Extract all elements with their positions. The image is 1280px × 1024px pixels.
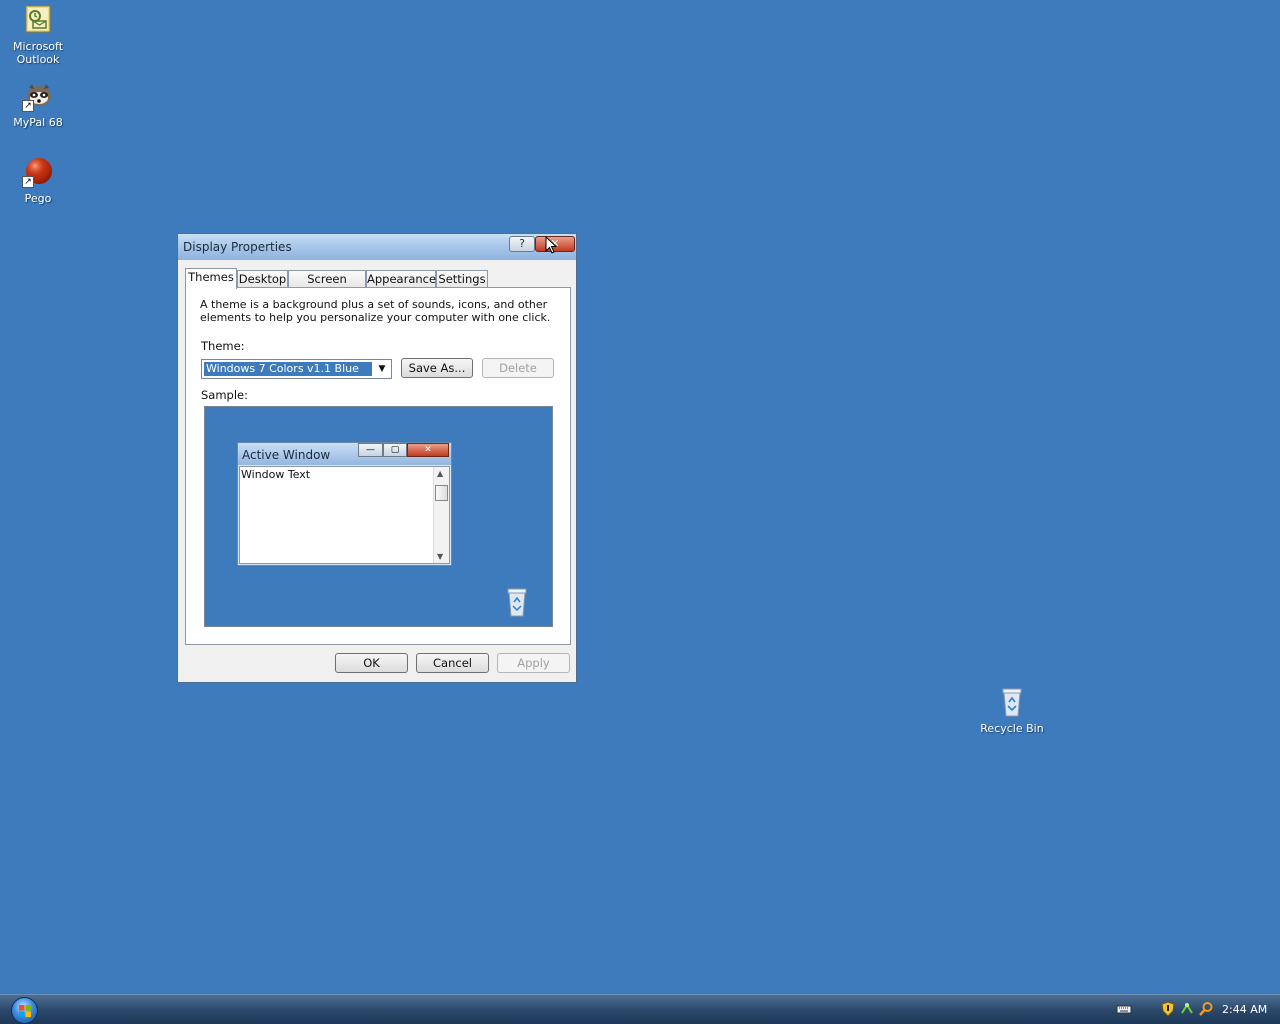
outlook-icon [22, 4, 54, 36]
keyboard-icon[interactable] [1116, 1001, 1132, 1017]
theme-select[interactable]: Windows 7 Colors v1.1 Blue ▼ [201, 359, 392, 379]
shortcut-arrow-icon: ↗ [22, 100, 34, 112]
themes-panel: A theme is a background plus a set of so… [185, 287, 571, 645]
themes-description: A theme is a background plus a set of so… [200, 298, 551, 324]
desktop-icon-outlook[interactable]: Microsoft Outlook [0, 4, 76, 66]
chevron-down-icon[interactable]: ▼ [375, 361, 389, 377]
pego-ball-icon: ↗ [22, 156, 54, 188]
maximize-icon: ▢ [383, 443, 407, 457]
sample-window-title: Active Window [242, 448, 331, 462]
tab-themes[interactable]: Themes [185, 268, 237, 289]
ok-button[interactable]: OK [335, 653, 408, 673]
mypal-raccoon-icon: ↗ [22, 80, 54, 112]
sample-active-window: Active Window — ▢ ✕ Window Text ▲ ▼ [237, 442, 452, 566]
apply-button[interactable]: Apply [497, 653, 570, 673]
desktop-icon-recycle-bin[interactable]: Recycle Bin [974, 686, 1050, 735]
sample-scrollbar: ▲ ▼ [433, 467, 449, 563]
dialog-titlebar[interactable]: Display Properties ? ✕ [178, 234, 576, 260]
windows-logo-icon [19, 1005, 31, 1017]
sample-label: Sample: [201, 388, 248, 402]
tab-desktop[interactable]: Desktop [237, 270, 288, 288]
theme-sample-preview: Active Window — ▢ ✕ Window Text ▲ ▼ [204, 406, 553, 627]
search-icon[interactable] [1198, 1001, 1214, 1017]
theme-select-value: Windows 7 Colors v1.1 Blue [203, 361, 373, 377]
cancel-button[interactable]: Cancel [416, 653, 489, 673]
shortcut-arrow-icon: ↗ [22, 176, 34, 188]
save-as-button[interactable]: Save As... [401, 358, 473, 378]
minimize-icon: — [358, 443, 383, 457]
taskbar: 2:44 AM [0, 994, 1280, 1024]
desktop-icon-mypal[interactable]: ↗ MyPal 68 [0, 80, 76, 129]
scroll-down-icon: ▼ [437, 552, 444, 561]
sample-window-text: Window Text [241, 468, 311, 481]
tab-appearance[interactable]: Appearance [366, 270, 436, 288]
tab-settings[interactable]: Settings [436, 270, 488, 288]
help-button[interactable]: ? [509, 236, 535, 252]
mouse-cursor-icon [545, 235, 558, 254]
recycle-bin-icon [505, 586, 529, 618]
start-button[interactable] [11, 997, 38, 1024]
theme-label: Theme: [201, 339, 245, 353]
desktop-icon-pego[interactable]: ↗ Pego [0, 156, 76, 205]
security-shield-icon[interactable] [1160, 1001, 1176, 1017]
recycle-bin-icon [996, 686, 1028, 718]
sample-window-body: Window Text ▲ ▼ [239, 466, 450, 564]
dialog-title: Display Properties [183, 240, 292, 254]
desktop-icon-label: Recycle Bin [980, 722, 1044, 735]
scroll-thumb [435, 485, 448, 501]
close-icon: ✕ [407, 443, 449, 457]
delete-button[interactable]: Delete [482, 358, 554, 378]
network-icon[interactable] [1179, 1001, 1195, 1017]
desktop-icon-label: Microsoft Outlook [12, 40, 64, 66]
desktop-icon-label: Pego [24, 192, 52, 205]
desktop-icon-label: MyPal 68 [13, 116, 63, 129]
sample-window-titlebar: Active Window — ▢ ✕ [238, 443, 451, 465]
scroll-up-icon: ▲ [437, 469, 444, 478]
taskbar-clock[interactable]: 2:44 AM [1222, 1003, 1267, 1016]
tab-screen-saver[interactable]: Screen Saver [288, 270, 366, 303]
display-properties-dialog: Display Properties ? ✕ Themes Desktop Sc… [177, 233, 577, 683]
